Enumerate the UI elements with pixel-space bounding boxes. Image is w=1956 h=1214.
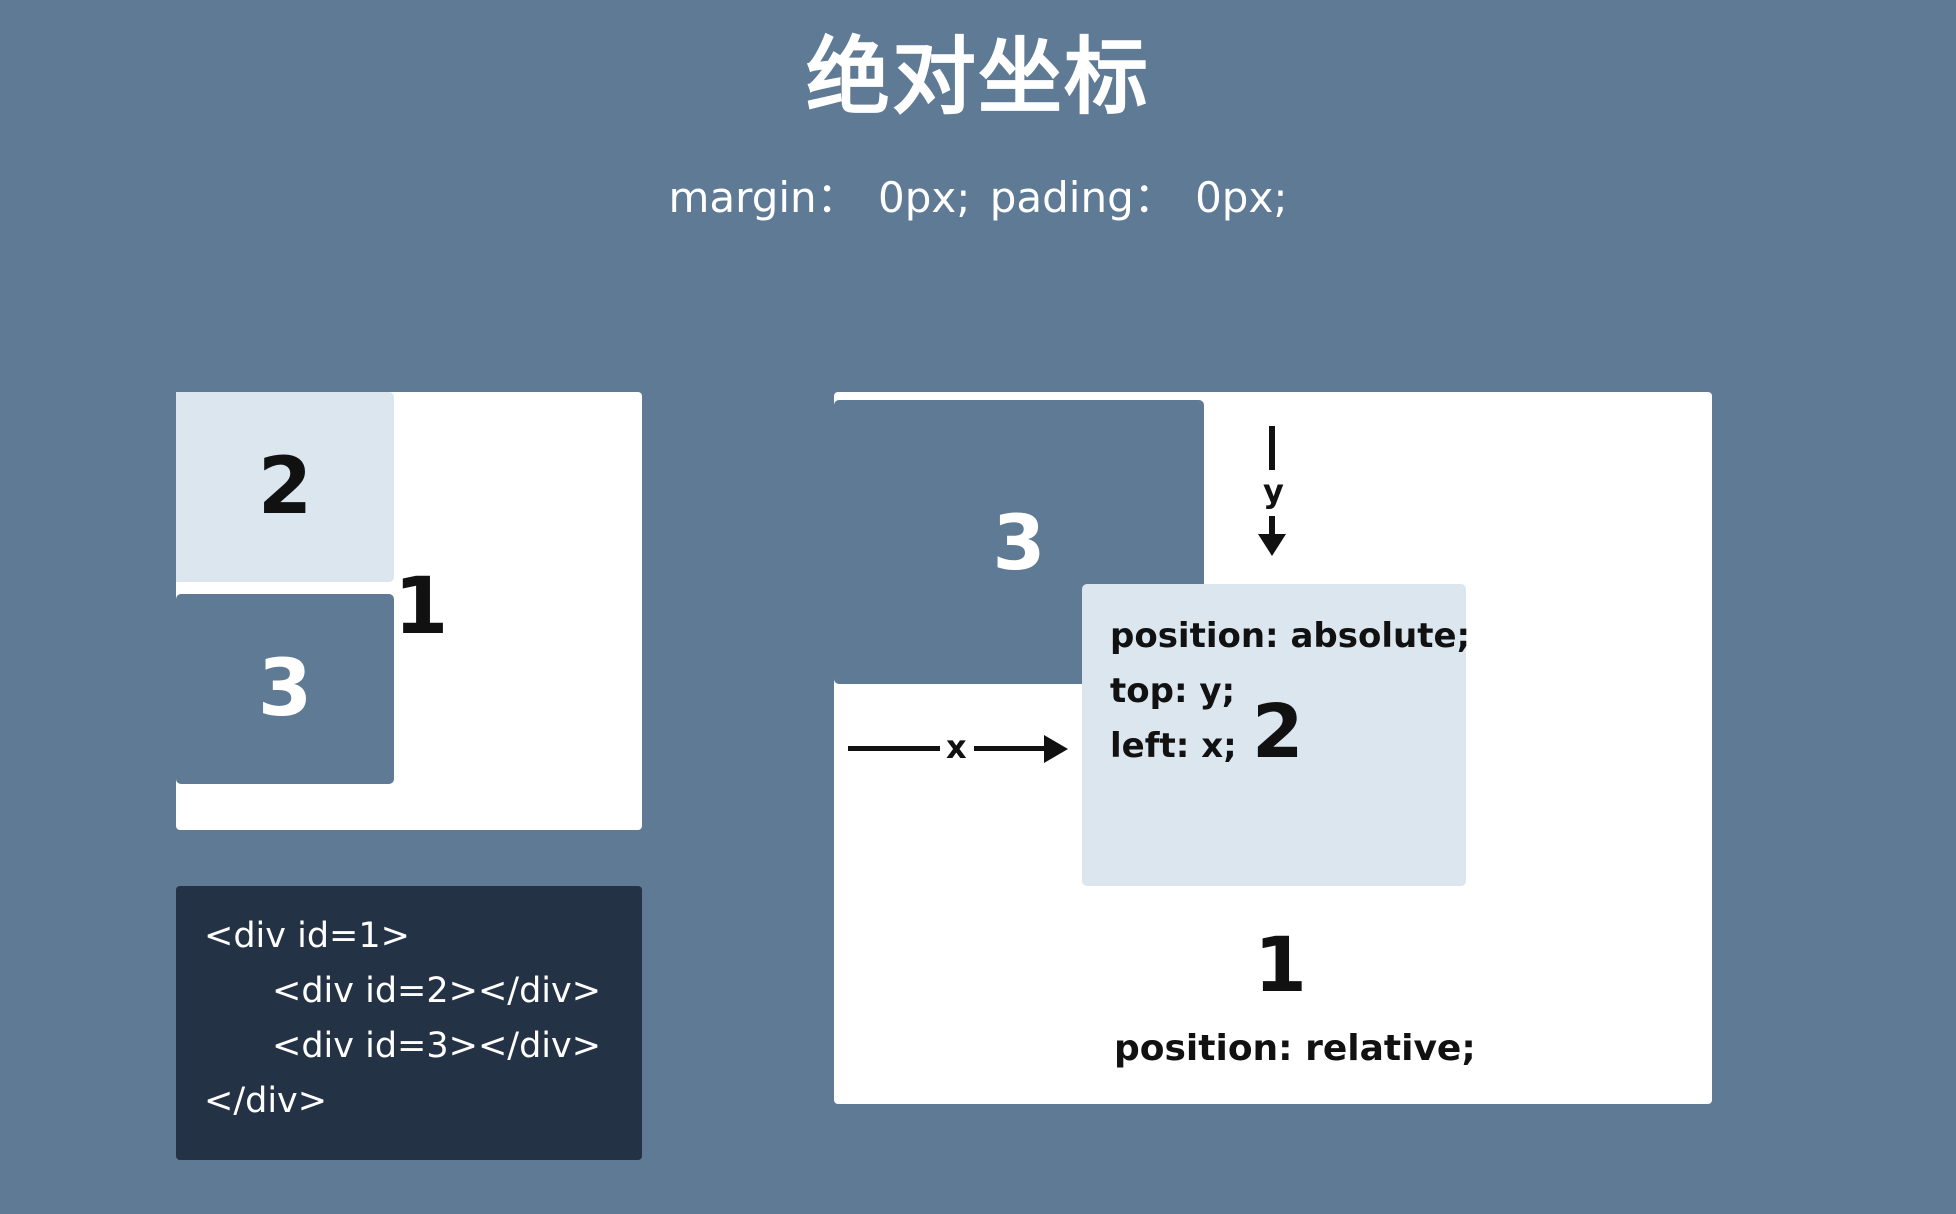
y-arrow-head	[1258, 534, 1286, 556]
x-arrow-shaft-right	[974, 746, 1044, 751]
left-diagram-panel: 2 3 1	[176, 392, 642, 830]
page-title: 绝对坐标	[805, 28, 1150, 126]
left-box-3-label: 3	[257, 644, 313, 734]
left-box-3: 3	[176, 594, 394, 784]
html-code-block: <div id=1> <div id=2></div> <div id=3></…	[176, 886, 642, 1160]
right-box-2: position: absolute; top: y; left: x; 2	[1082, 584, 1470, 886]
code-line-1: <div id=1>	[204, 916, 410, 956]
css-position-line: position: absolute;	[1110, 616, 1471, 656]
right-diagram-panel: 3 y position: absolute; top: y; left: x;…	[834, 392, 1712, 1104]
y-arrow-shaft-bottom	[1269, 516, 1275, 534]
code-line-2: <div id=2></div>	[272, 971, 602, 1011]
right-box-1-label: 1	[1254, 920, 1307, 1009]
css-left-line: left: x;	[1110, 726, 1237, 766]
code-line-3: <div id=3></div>	[272, 1026, 602, 1066]
left-box-1-label: 1	[394, 562, 449, 652]
parent-css-line: position: relative;	[1114, 1028, 1476, 1069]
page-subtitle: margin： 0px; pading： 0px;	[668, 173, 1288, 222]
x-label: x	[946, 728, 967, 766]
left-box-2-label: 2	[257, 442, 313, 532]
right-box-3-label: 3	[992, 497, 1046, 587]
code-line-4: </div>	[204, 1081, 328, 1121]
y-label: y	[1263, 472, 1284, 510]
left-box-2: 2	[176, 392, 394, 582]
css-top-line: top: y;	[1110, 671, 1236, 711]
y-arrow-shaft-top	[1269, 426, 1275, 470]
x-arrow-head	[1044, 735, 1068, 763]
x-arrow-shaft-left	[848, 746, 940, 751]
right-box-2-label: 2	[1252, 689, 1304, 775]
